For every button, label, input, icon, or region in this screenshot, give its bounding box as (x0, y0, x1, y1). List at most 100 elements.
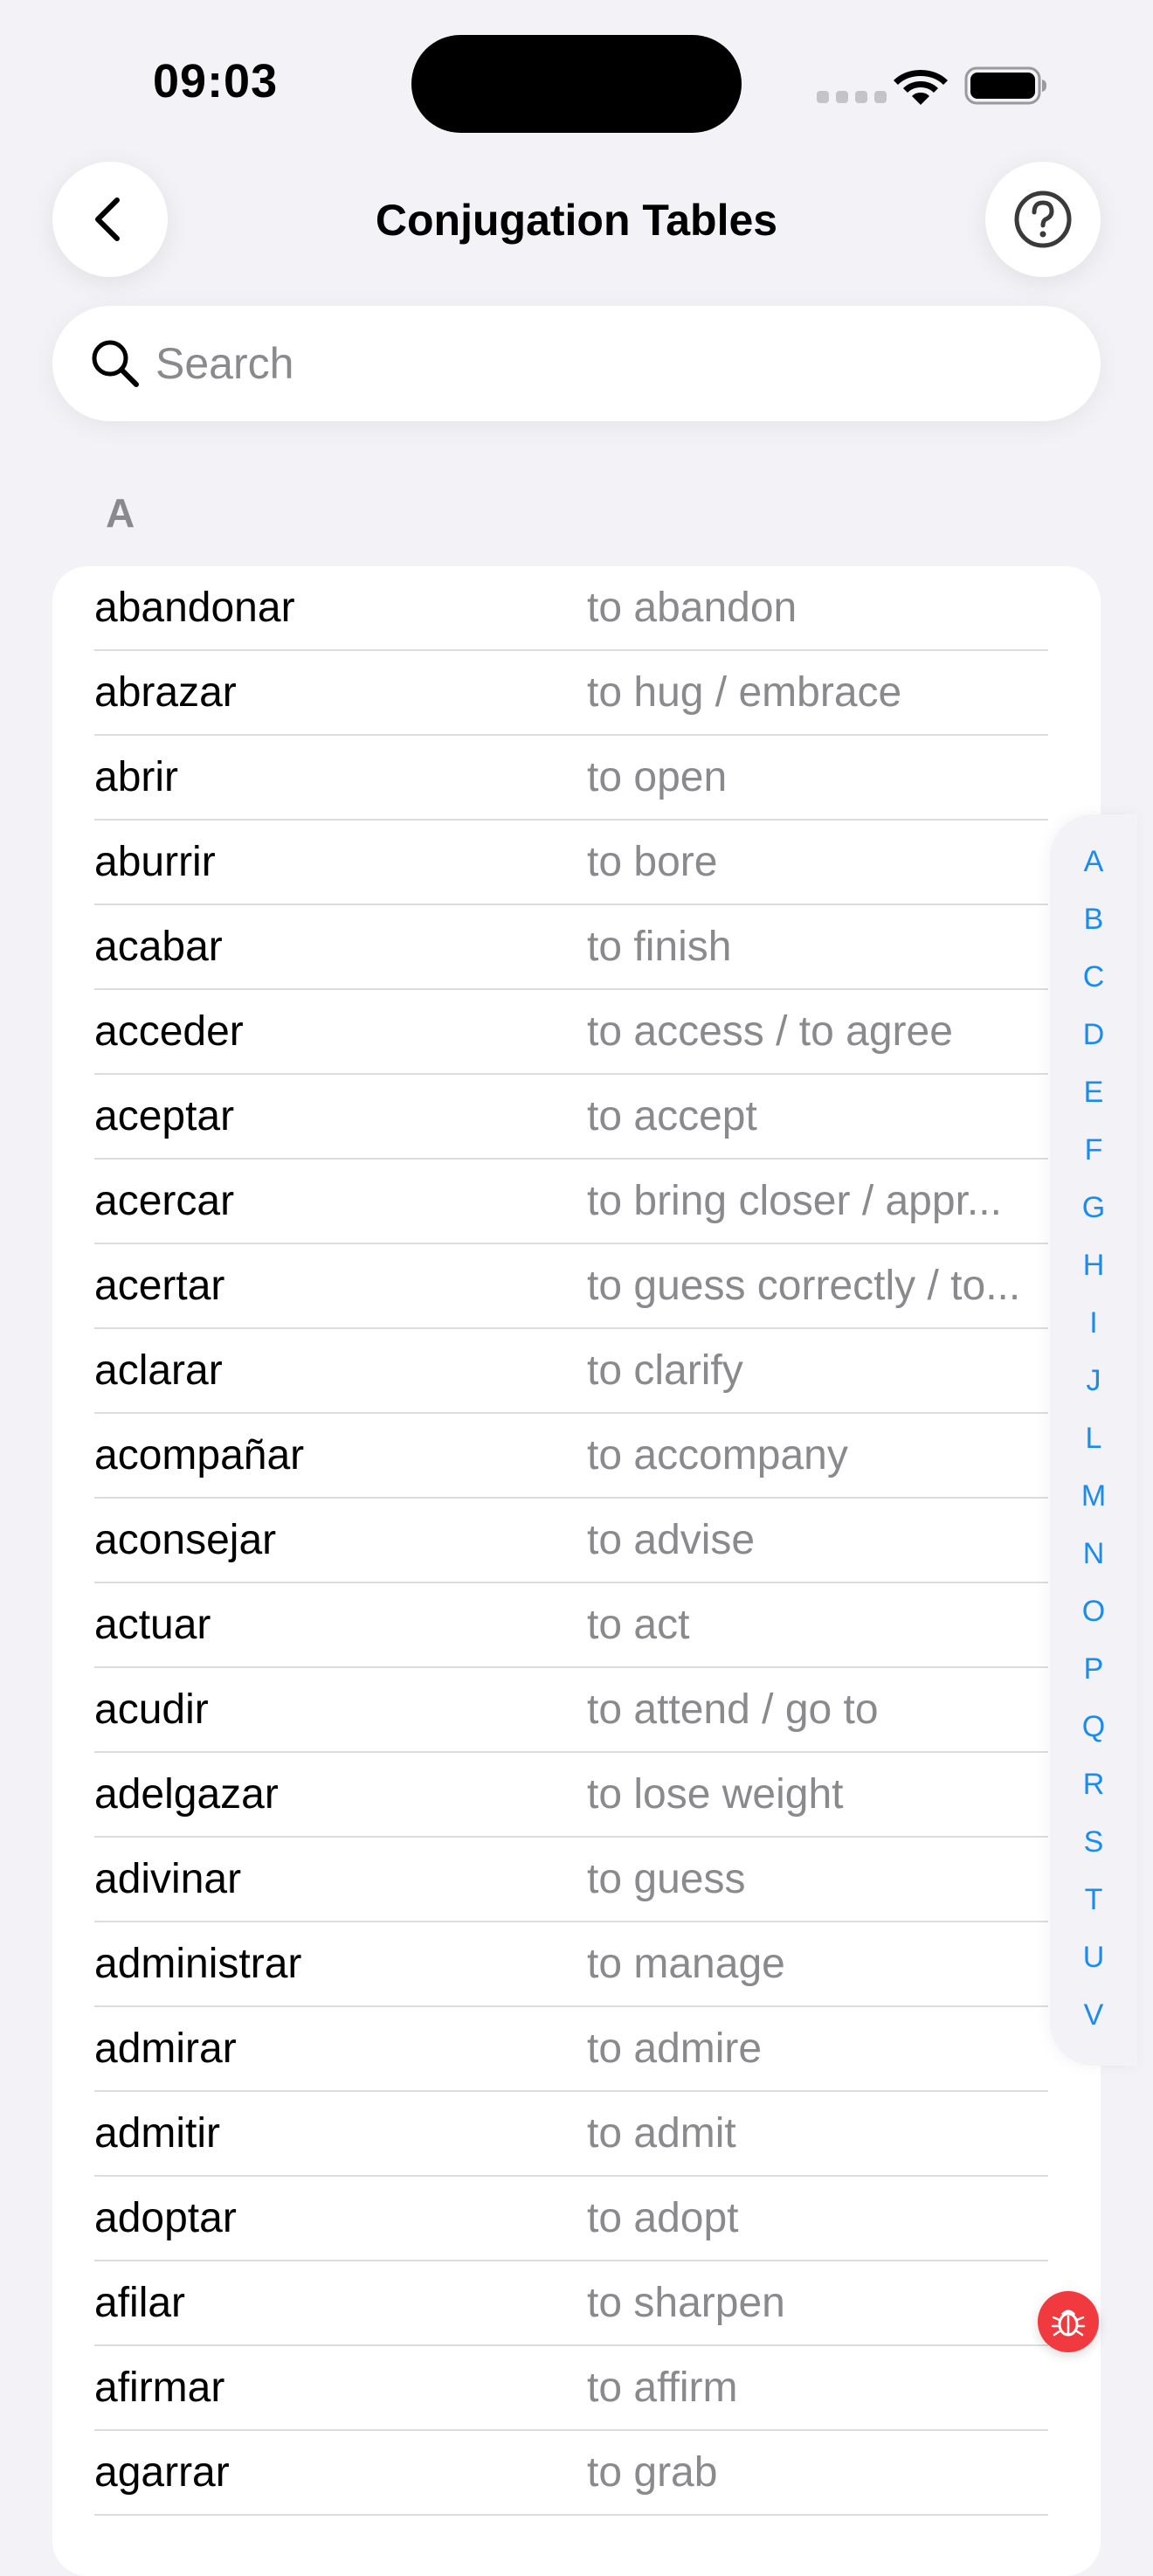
index-letter[interactable]: M (1050, 1478, 1137, 1513)
verb-name: acertar (94, 1263, 225, 1309)
index-letter[interactable]: A (1050, 844, 1137, 879)
index-letter[interactable]: V (1050, 1998, 1137, 2032)
index-letter[interactable]: D (1050, 1017, 1137, 1052)
index-letter[interactable]: J (1050, 1363, 1137, 1398)
verb-row[interactable]: aburrir to bore (94, 821, 1101, 905)
verb-row[interactable]: abrir to open (94, 736, 1101, 821)
verb-row[interactable]: acabar to finish (94, 905, 1101, 990)
verb-name: acabar (94, 924, 223, 970)
chevron-left-icon (95, 197, 120, 241)
verb-row[interactable]: actuar to act (94, 1583, 1101, 1668)
verb-row[interactable]: admitir to admit (94, 2092, 1101, 2177)
verb-row[interactable]: adelgazar to lose weight (94, 1753, 1101, 1838)
verb-translation: to abandon (587, 585, 797, 631)
verb-translation: to accept (587, 1093, 757, 1139)
index-letter[interactable]: H (1050, 1248, 1137, 1283)
index-letter[interactable]: T (1050, 1882, 1137, 1917)
index-letter[interactable]: E (1050, 1075, 1137, 1110)
verb-translation: to clarify (587, 1347, 743, 1394)
help-button[interactable] (985, 162, 1101, 277)
verb-row[interactable]: abandonar to abandon (94, 566, 1101, 651)
index-letter[interactable]: P (1050, 1652, 1137, 1686)
verb-row[interactable]: acercar to bring closer / appr... (94, 1160, 1101, 1244)
verb-translation: to act (587, 1602, 690, 1648)
index-letter[interactable]: L (1050, 1421, 1137, 1456)
index-letter[interactable]: B (1050, 902, 1137, 937)
status-bar: 09:03 (0, 0, 1153, 157)
verb-translation: to grab (587, 2449, 718, 2496)
verb-translation: to bore (587, 839, 718, 885)
battery-icon (964, 66, 1046, 105)
verb-translation: to adopt (587, 2195, 739, 2241)
verb-row[interactable]: administrar to manage (94, 1922, 1101, 2007)
verb-row[interactable]: acertar to guess correctly / to... (94, 1244, 1101, 1329)
verb-translation: to manage (587, 1941, 785, 1987)
verb-row[interactable]: aconsejar to advise (94, 1499, 1101, 1583)
verb-name: afilar (94, 2280, 186, 2326)
verb-translation: to open (587, 754, 728, 800)
index-letter[interactable]: S (1050, 1825, 1137, 1859)
verb-name: afirmar (94, 2365, 225, 2411)
index-letter[interactable]: N (1050, 1536, 1137, 1571)
index-letter[interactable]: R (1050, 1767, 1137, 1802)
verb-name: acceder (94, 1008, 244, 1055)
verb-name: acercar (94, 1178, 235, 1224)
verb-name: admitir (94, 2110, 221, 2157)
verb-name: adoptar (94, 2195, 237, 2241)
verb-row[interactable]: acceder to access / to agree (94, 990, 1101, 1075)
verb-translation: to hug / embrace (587, 669, 902, 716)
verb-translation: to advise (587, 1517, 756, 1563)
verb-name: acompañar (94, 1432, 305, 1478)
verb-name: abrir (94, 754, 179, 800)
verb-name: aclarar (94, 1347, 223, 1394)
verb-name: abrazar (94, 669, 237, 716)
index-letter[interactable]: Q (1050, 1709, 1137, 1744)
index-letter[interactable]: U (1050, 1940, 1137, 1975)
verb-name: admirar (94, 2025, 237, 2072)
verb-row[interactable]: admirar to admire (94, 2007, 1101, 2092)
alphabet-index[interactable]: ABCDEFGHIJLMNOPQRSTUV (1050, 814, 1137, 2066)
wifi-icon (894, 70, 948, 105)
verb-translation: to admire (587, 2025, 763, 2072)
index-letter[interactable]: G (1050, 1190, 1137, 1225)
verb-row[interactable]: acudir to attend / go to (94, 1668, 1101, 1753)
verb-list: abandonar to abandon abrazar to hug / embra… (52, 566, 1101, 2576)
verb-row[interactable]: aclarar to clarify (94, 1329, 1101, 1414)
verb-row[interactable]: aceptar to accept (94, 1075, 1101, 1160)
verb-name: adelgazar (94, 1771, 279, 1818)
verb-translation: to access / to agree (587, 1008, 953, 1055)
dynamic-island (411, 35, 742, 133)
verb-name: aceptar (94, 1093, 235, 1139)
index-letter[interactable]: C (1050, 959, 1137, 994)
cellular-signal-icon (817, 91, 887, 103)
verb-row[interactable]: afilar to sharpen (94, 2261, 1101, 2346)
debug-button[interactable] (1038, 2291, 1099, 2352)
verb-row[interactable]: adoptar to adopt (94, 2177, 1101, 2261)
verb-translation: to guess correctly / to... (587, 1263, 1021, 1309)
verb-name: acudir (94, 1686, 209, 1733)
search-input[interactable] (155, 329, 1064, 398)
verb-row[interactable]: afirmar to affirm (94, 2346, 1101, 2431)
verb-row[interactable]: adivinar to guess (94, 1838, 1101, 1922)
index-letter[interactable]: F (1050, 1132, 1137, 1167)
index-letter[interactable]: I (1050, 1305, 1137, 1340)
verb-translation: to admit (587, 2110, 736, 2157)
page-title: Conjugation Tables (375, 196, 778, 245)
section-header: A (106, 490, 135, 536)
verb-name: aconsejar (94, 1517, 277, 1563)
back-button[interactable] (52, 162, 168, 277)
verb-row[interactable]: agarrar to grab (94, 2431, 1101, 2516)
verb-translation: to bring closer / appr... (587, 1178, 1002, 1224)
verb-translation: to sharpen (587, 2280, 785, 2326)
index-letter[interactable]: O (1050, 1594, 1137, 1629)
verb-row[interactable]: abrazar to hug / embrace (94, 651, 1101, 736)
verb-name: adivinar (94, 1856, 242, 1902)
verb-name: abandonar (94, 585, 295, 631)
verb-translation: to lose weight (587, 1771, 844, 1818)
verb-name: actuar (94, 1602, 211, 1648)
search-field[interactable] (52, 306, 1101, 421)
question-circle-icon (1014, 190, 1072, 248)
verb-translation: to guess (587, 1856, 746, 1902)
verb-translation: to attend / go to (587, 1686, 879, 1733)
verb-row[interactable]: acompañar to accompany (94, 1414, 1101, 1499)
